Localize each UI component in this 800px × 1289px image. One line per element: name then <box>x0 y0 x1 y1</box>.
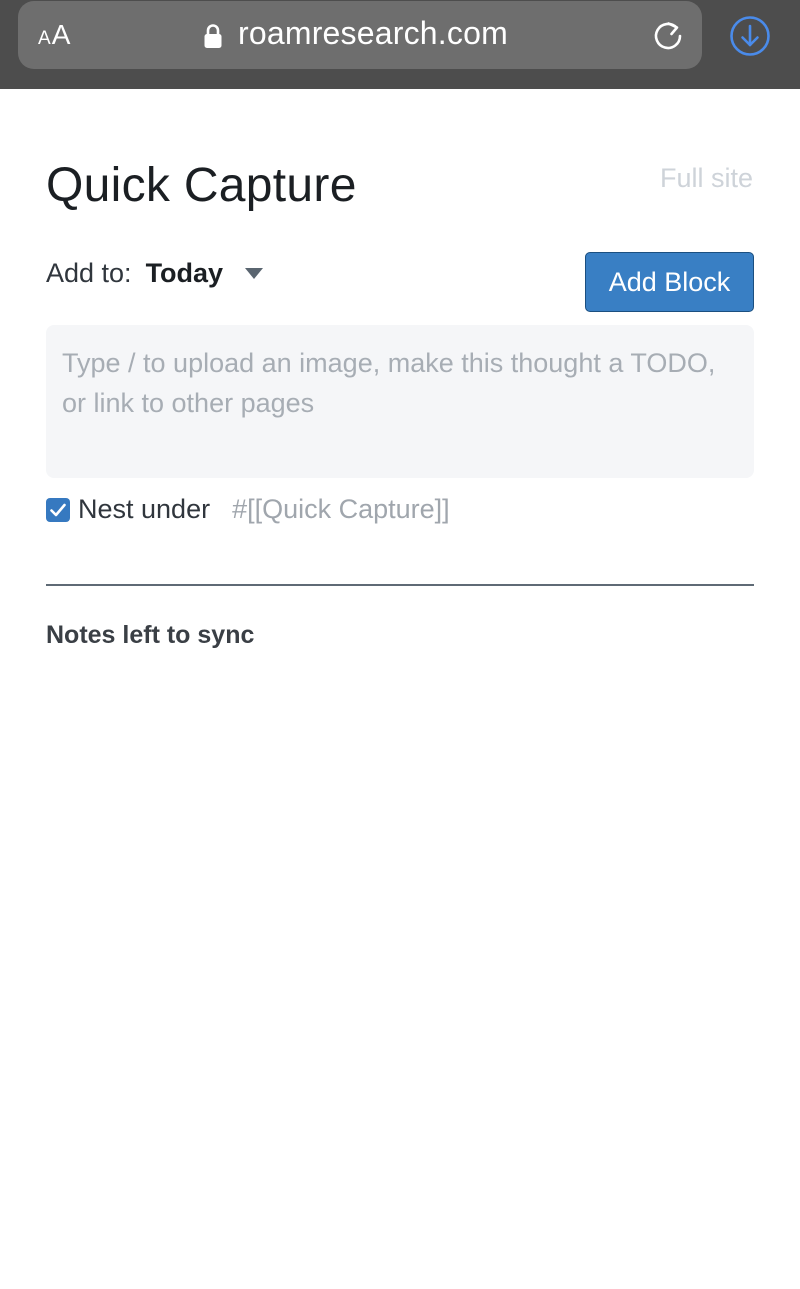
caret-down-icon <box>245 268 264 279</box>
add-to-selected-value: Today <box>145 258 224 288</box>
add-to-dropdown[interactable]: Today <box>132 258 264 289</box>
nest-under-row: Nest under #[[Quick Capture]] <box>46 494 450 525</box>
nest-under-checkbox[interactable] <box>46 497 70 522</box>
text-size-small-glyph: A <box>38 28 51 49</box>
text-size-large-glyph: A <box>51 19 71 50</box>
text-size-button[interactable]: A A <box>38 1 70 69</box>
add-to-row: Add to: Today <box>46 258 264 289</box>
browser-address-bar: A A roamresearch.com <box>0 0 800 89</box>
full-site-link[interactable]: Full site <box>660 163 753 194</box>
page-title: Quick Capture <box>46 159 357 212</box>
section-divider <box>46 584 754 586</box>
capture-input[interactable] <box>46 325 754 478</box>
add-to-label: Add to: <box>46 258 132 288</box>
nest-under-label[interactable]: Nest under <box>78 494 210 525</box>
download-icon[interactable] <box>729 15 771 57</box>
url-text: roamresearch.com <box>238 15 508 51</box>
reload-icon[interactable] <box>650 18 686 54</box>
notes-to-sync-heading: Notes left to sync <box>46 621 255 649</box>
lock-icon <box>204 24 222 48</box>
url-field[interactable]: A A roamresearch.com <box>18 1 702 69</box>
check-icon <box>50 503 66 516</box>
add-block-button[interactable]: Add Block <box>585 252 754 312</box>
nest-under-tag: #[[Quick Capture]] <box>232 494 450 524</box>
